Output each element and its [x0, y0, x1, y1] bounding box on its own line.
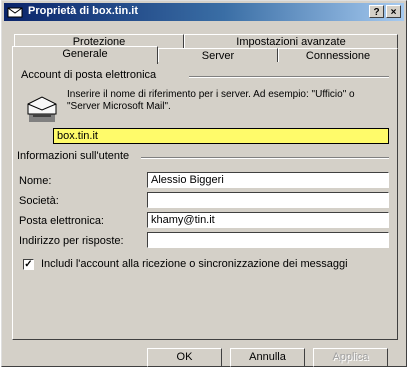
email-input[interactable]: khamy@tin.it	[147, 212, 389, 228]
tab-panel-generale: Account di posta elettronica Inserire il…	[12, 62, 398, 340]
mail-account-icon	[25, 94, 59, 127]
envelope-icon	[7, 5, 23, 19]
apply-button[interactable]: Applica	[313, 348, 388, 367]
include-account-label: Includi l'account alla ricezione o sincr…	[41, 258, 348, 270]
close-button[interactable]: ×	[386, 5, 401, 18]
account-name-input[interactable]: box.tin.it	[53, 128, 389, 144]
name-input[interactable]: Alessio Biggeri	[147, 172, 389, 188]
section-divider	[189, 76, 389, 78]
reply-address-label: Indirizzo per risposte:	[19, 235, 124, 247]
tab-generale[interactable]: Generale	[12, 46, 158, 64]
account-section-label: Account di posta elettronica	[21, 69, 157, 81]
cancel-button[interactable]: Annulla	[230, 348, 305, 367]
title-bar: Proprietà di box.tin.it ? ×	[4, 3, 404, 21]
include-account-checkbox[interactable]: ✓	[23, 259, 34, 270]
account-description: Inserire il nome di riferimento per i se…	[67, 89, 355, 112]
company-input[interactable]	[147, 192, 389, 208]
window-title: Proprietà di box.tin.it	[28, 5, 139, 17]
properties-dialog: Proprietà di box.tin.it ? × Protezione I…	[1, 0, 407, 367]
reply-address-input[interactable]	[147, 232, 389, 248]
email-label: Posta elettronica:	[19, 215, 104, 227]
user-section-label: Informazioni sull'utente	[17, 150, 130, 162]
ok-button[interactable]: OK	[147, 348, 222, 367]
help-button[interactable]: ?	[369, 5, 384, 18]
section-divider	[141, 157, 389, 159]
company-label: Società:	[19, 195, 59, 207]
name-label: Nome:	[19, 175, 52, 187]
